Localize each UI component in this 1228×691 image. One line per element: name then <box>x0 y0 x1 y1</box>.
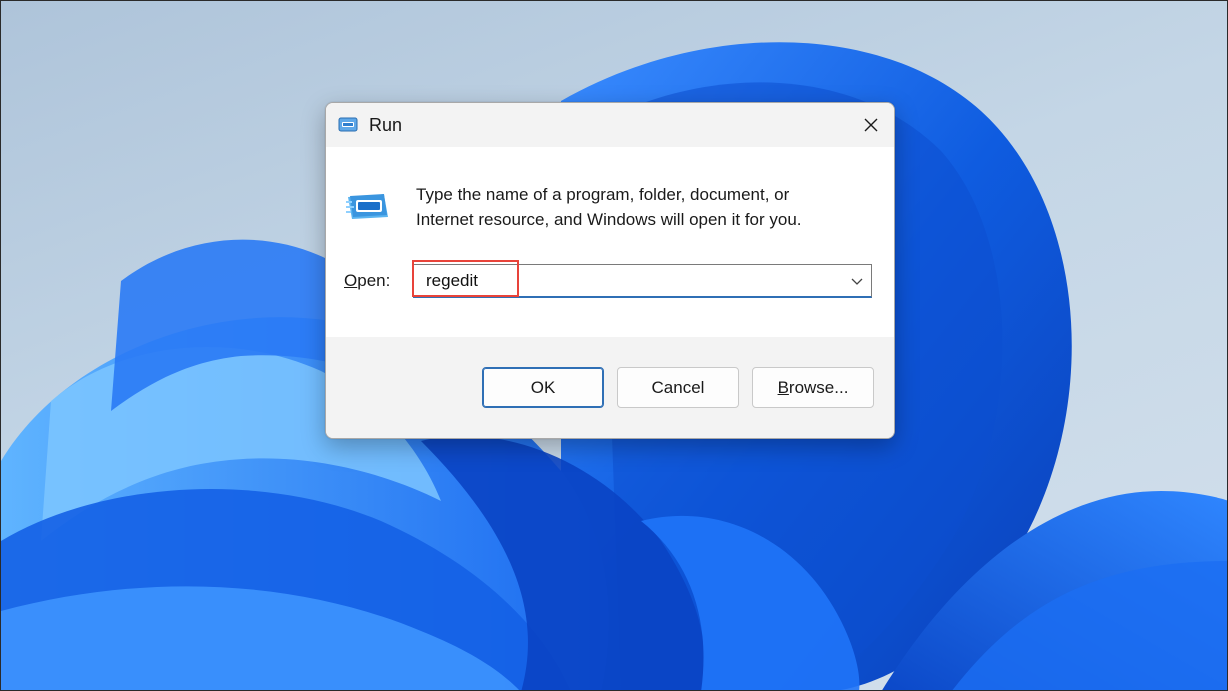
run-icon <box>346 194 388 219</box>
open-label-accelerator: O <box>344 271 358 290</box>
run-dialog: Run Type the name of a program, folder, … <box>325 102 895 439</box>
description-line-1: Type the name of a program, folder, docu… <box>416 185 790 204</box>
description-line-2: Internet resource, and Windows will open… <box>416 210 802 229</box>
dialog-title: Run <box>369 115 403 135</box>
dialog-content: Type the name of a program, folder, docu… <box>326 147 894 337</box>
browse-button[interactable]: Browse... <box>752 367 874 408</box>
close-icon <box>864 118 878 132</box>
browse-accelerator: B <box>777 377 789 397</box>
cancel-button[interactable]: Cancel <box>617 367 739 408</box>
open-combobox[interactable] <box>413 264 872 298</box>
title-bar[interactable]: Run <box>326 103 894 147</box>
run-icon <box>338 117 358 132</box>
ok-button[interactable]: OK <box>482 367 604 408</box>
open-label: Open: <box>344 271 390 291</box>
desktop: Run Type the name of a program, folder, … <box>0 0 1228 691</box>
chevron-down-icon[interactable] <box>849 273 865 289</box>
open-label-rest: pen: <box>357 271 391 290</box>
dialog-footer: OK Cancel Browse... <box>326 337 894 438</box>
close-button[interactable] <box>848 103 894 147</box>
browse-label-rest: rowse... <box>788 377 849 397</box>
dialog-description: Type the name of a program, folder, docu… <box>416 182 876 232</box>
open-input[interactable] <box>426 269 826 293</box>
